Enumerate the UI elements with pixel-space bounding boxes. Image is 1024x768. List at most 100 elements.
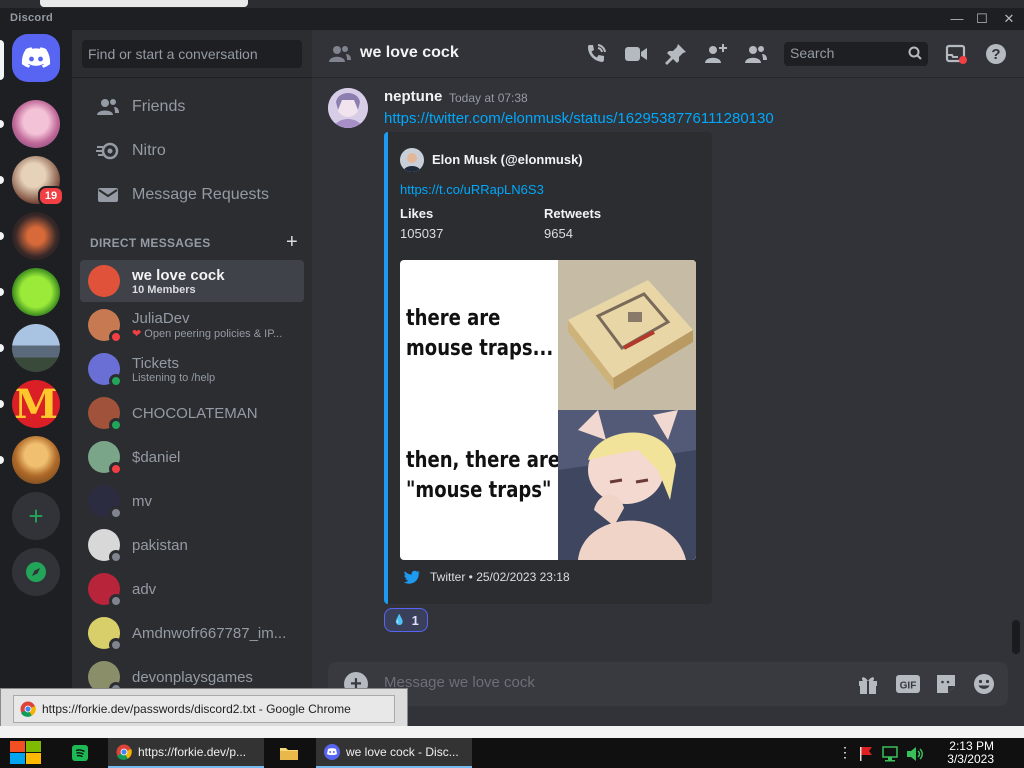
browser-tab[interactable] — [40, 0, 248, 7]
nav-message-requests[interactable]: Message Requests — [80, 174, 304, 216]
search-placeholder: Search — [790, 45, 835, 61]
message-composer[interactable]: + Message we love cock GIF — [328, 662, 1008, 706]
nav-nitro[interactable]: Nitro — [80, 130, 304, 172]
server-icon-3[interactable] — [12, 212, 60, 260]
embed-author[interactable]: Elon Musk (@elonmusk) — [432, 152, 583, 167]
dm-name: Amdnwofr667787_im... — [132, 624, 287, 642]
server-icon-4[interactable] — [12, 268, 60, 316]
video-call-icon[interactable] — [624, 42, 648, 66]
divider — [72, 77, 312, 78]
embed-link[interactable]: https://t.co/uRRapLN6S3 — [400, 182, 544, 197]
author-avatar[interactable] — [328, 88, 368, 128]
explore-servers-button[interactable] — [12, 548, 60, 596]
message-link[interactable]: https://twitter.com/elonmusk/status/1629… — [384, 110, 774, 127]
header-search-input[interactable]: Search — [784, 42, 928, 66]
server-icon-1[interactable] — [12, 100, 60, 148]
twitter-bird-icon — [404, 570, 420, 584]
dm-search-input[interactable]: Find or start a conversation — [82, 40, 302, 68]
status-offline-icon — [109, 550, 123, 564]
avatar — [88, 485, 123, 520]
dm-item[interactable]: pakistan — [80, 524, 304, 566]
dm-text: pakistan — [132, 537, 188, 554]
likes-label: Likes — [400, 206, 434, 221]
home-button[interactable] — [12, 34, 60, 82]
volume-icon[interactable] — [906, 746, 924, 767]
nav-label: Nitro — [132, 142, 166, 159]
minimize-icon[interactable]: — — [948, 10, 966, 28]
gif-icon[interactable]: GIF — [895, 672, 921, 696]
server-icon-6[interactable]: M — [12, 380, 60, 428]
likes-value: 105037 — [400, 226, 444, 241]
status-dnd-icon — [109, 330, 123, 344]
dm-text: Tickets Listening to /help — [132, 355, 215, 384]
create-dm-icon[interactable]: + — [286, 231, 298, 254]
emoji-icon[interactable] — [972, 672, 996, 696]
network-icon[interactable] — [882, 746, 900, 767]
inbox-icon[interactable] — [944, 42, 968, 66]
member-list-icon[interactable] — [744, 42, 768, 66]
dm-text: we love cock 10 Members — [132, 267, 225, 296]
taskbar-explorer[interactable] — [272, 738, 308, 768]
flag-icon[interactable] — [858, 746, 874, 767]
help-icon[interactable]: ? — [984, 42, 1008, 66]
retweets-value: 9654 — [544, 226, 573, 241]
dm-name: mv — [132, 492, 152, 510]
avatar — [88, 353, 123, 388]
dm-subtext-label: 10 Members — [132, 283, 196, 296]
dm-subtext-label: Listening to /help — [132, 371, 216, 384]
folder-icon — [280, 748, 298, 760]
dm-item[interactable]: CHOCOLATEMAN — [80, 392, 304, 434]
server-icon-7[interactable] — [12, 436, 60, 484]
discord-icon — [324, 744, 340, 760]
dm-item[interactable]: $daniel — [80, 436, 304, 478]
pin-icon[interactable] — [664, 42, 688, 66]
desktop-edge — [0, 726, 1024, 738]
dm-name: CHOCOLATEMAN — [132, 404, 258, 422]
taskbar-discord[interactable]: we love cock - Disc... — [316, 738, 472, 768]
voice-call-icon[interactable] — [584, 42, 608, 66]
unread-pill — [0, 400, 4, 408]
reaction-emoji: 💧 — [393, 614, 406, 626]
app-title: Discord — [10, 12, 54, 24]
dm-text: mv — [132, 493, 152, 510]
taskbar-chrome[interactable]: https://forkie.dev/p... — [108, 738, 264, 768]
server-icon-5[interactable] — [12, 324, 60, 372]
group-dm-icon — [328, 42, 352, 71]
gift-icon[interactable] — [856, 672, 880, 696]
add-server-button[interactable]: + — [12, 492, 60, 540]
dm-item[interactable]: adv — [80, 568, 304, 610]
scrollbar-thumb[interactable] — [1012, 620, 1020, 654]
discord-logo-icon — [21, 47, 51, 68]
dm-text: CHOCOLATEMAN — [132, 405, 258, 422]
embed-image[interactable]: there are mouse traps... then, there are… — [400, 260, 696, 560]
add-friends-icon[interactable] — [704, 42, 728, 66]
message-author[interactable]: neptune — [384, 88, 442, 105]
dm-item[interactable]: mv — [80, 480, 304, 522]
close-icon[interactable]: ✕ — [1000, 10, 1018, 28]
dm-item[interactable]: we love cock 10 Members — [80, 260, 304, 302]
mention-badge: 19 — [38, 186, 64, 206]
taskbar-tooltip: https://forkie.dev/passwords/discord2.tx… — [0, 688, 408, 730]
windows-logo-icon — [10, 741, 41, 764]
maximize-icon[interactable]: ☐ — [973, 10, 991, 28]
taskbar-spotify[interactable] — [64, 738, 100, 768]
dm-item[interactable]: Amdnwofr667787_im... — [80, 612, 304, 654]
embed-author-avatar — [400, 148, 424, 172]
nav-friends[interactable]: Friends — [80, 86, 304, 128]
system-clock[interactable]: 2:13 PM 3/3/2023 — [947, 740, 994, 766]
status-offline-icon — [109, 594, 123, 608]
dm-item[interactable]: Tickets Listening to /help — [80, 348, 304, 390]
sticker-icon[interactable] — [934, 672, 958, 696]
message-timestamp: Today at 07:38 — [449, 91, 528, 105]
unread-pill — [0, 288, 4, 296]
dm-name: devonplaysgames — [132, 668, 253, 686]
overflow-icon[interactable]: ⋮ — [838, 745, 852, 759]
reaction-button[interactable]: 💧 1 — [384, 608, 428, 632]
nav-label: Message Requests — [132, 186, 269, 203]
discord-task-label: we love cock - Disc... — [346, 745, 459, 759]
start-button[interactable] — [4, 738, 48, 768]
retweets-label: Retweets — [544, 206, 602, 221]
selected-pill — [0, 40, 4, 80]
dm-item[interactable]: JuliaDev ❤ Open peering policies & IP... — [80, 304, 304, 346]
avatar — [88, 265, 120, 297]
